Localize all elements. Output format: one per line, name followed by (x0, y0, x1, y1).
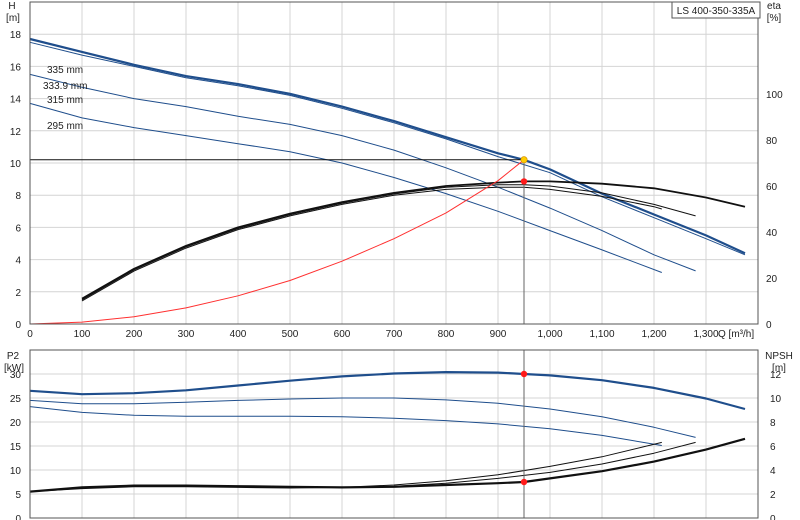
eta-tick-label-3: 60 (766, 182, 778, 193)
duty-head-marker (520, 156, 528, 164)
eta-tick-label-1: 20 (766, 274, 778, 285)
duty-npsh-marker (520, 478, 528, 486)
head-axis-ticks: 0 2 4 6 8 10 12 14 16 18 (10, 30, 22, 331)
head-plot-series-system-7 (29, 159, 525, 325)
flow-tick-label-0: 0 (27, 329, 33, 340)
curve-label-335: 335 mm (47, 65, 83, 76)
head-tick-label-5: 10 (10, 159, 22, 170)
head-tick-label-9: 18 (10, 30, 22, 41)
flow-axis-label: Q [m³/h] (718, 329, 754, 340)
flow-tick-label-6: 600 (334, 329, 351, 340)
flow-tick-label-2: 200 (126, 329, 143, 340)
power-axis-label-line2: [kW] (4, 363, 24, 374)
chart-title: LS 400-350-335A (677, 6, 756, 17)
head-tick-label-3: 6 (15, 223, 21, 234)
flow-tick-label-7: 700 (386, 329, 403, 340)
power-tick-label-1: 5 (15, 490, 21, 501)
power-tick-label-3: 15 (10, 442, 22, 453)
npsh-axis-ticks: 024681012 (770, 370, 782, 520)
npsh-tick-label-4: 8 (770, 418, 776, 429)
duty-eta-marker (520, 178, 528, 185)
head-plot-series-efficiency-4 (81, 180, 746, 300)
head-plot-series-efficiency-5 (81, 184, 696, 301)
power-plot-series-power-2 (29, 406, 662, 446)
head-tick-label-6: 12 (10, 127, 22, 138)
pump-performance-chart: 024681012141618 020406080100 0 100 200 300 4… (4, 1, 793, 520)
head-plot-series-head-2 (29, 73, 696, 272)
head-tick-label-2: 4 (15, 256, 21, 267)
curve-label-333-9: 333.9 mm (43, 81, 87, 92)
curve-label-315: 315 mm (47, 95, 83, 106)
power-plot-series-npsh-4 (29, 441, 696, 493)
flow-tick-label-5: 500 (282, 329, 299, 340)
power-axis-ticks: 051015202530 (10, 370, 22, 520)
npsh-tick-label-1: 2 (770, 490, 776, 501)
head-tick-label-1: 2 (15, 288, 21, 299)
head-plot-series-efficiency-6 (81, 186, 662, 302)
flow-tick-label-12: 1,200 (641, 329, 666, 340)
flow-tick-label-9: 900 (490, 329, 507, 340)
curve-label-295: 295 mm (47, 121, 83, 132)
eta-tick-label-4: 80 (766, 136, 778, 147)
duty-power-marker (520, 370, 528, 378)
flow-tick-label-11: 1,100 (589, 329, 614, 340)
npsh-tick-label-3: 6 (770, 442, 776, 453)
power-tick-label-4: 20 (10, 418, 22, 429)
head-tick-label-7: 14 (10, 95, 22, 106)
power-tick-label-5: 25 (10, 394, 22, 405)
power-tick-label-0: 0 (15, 514, 21, 520)
npsh-axis-label-line2: [m] (772, 363, 786, 374)
flow-tick-label-4: 400 (230, 329, 247, 340)
power-plot-duty-points (520, 350, 528, 518)
power-plot-series-npsh-3 (29, 437, 746, 493)
power-tick-label-2: 10 (10, 466, 22, 477)
npsh-tick-label-2: 4 (770, 466, 776, 477)
power-plot-series-npsh-5 (29, 441, 662, 493)
npsh-tick-label-0: 0 (770, 514, 776, 520)
power-npsh-plot: 051015202530 024681012 P2 [kW] NPSH [m] (4, 349, 793, 520)
flow-tick-label-10: 1,000 (537, 329, 562, 340)
head-plot-grid (30, 2, 758, 324)
eta-axis-ticks: 0 20 40 60 80 100 (766, 90, 783, 331)
head-axis-label-line1: H (8, 1, 15, 12)
eta-tick-label-5: 100 (766, 90, 783, 101)
head-tick-label-8: 16 (10, 62, 22, 73)
eta-axis-label-line2: [%] (767, 13, 782, 24)
head-plot-series-head-0 (29, 37, 746, 255)
power-plot-grid (30, 350, 758, 518)
eta-tick-label-2: 40 (766, 228, 778, 239)
power-axis-label-line1: P2 (7, 351, 20, 362)
flow-tick-label-8: 800 (438, 329, 455, 340)
power-plot-series (29, 371, 746, 493)
eta-tick-label-0: 0 (766, 320, 772, 331)
flow-axis-ticks: 0 100 200 300 400 500 600 700 800 900 1,000 1,100 1,… (27, 329, 719, 340)
head-tick-label-0: 0 (15, 320, 21, 331)
head-plot-series (29, 37, 746, 325)
head-tick-label-4: 8 (15, 191, 21, 202)
flow-tick-label-1: 100 (74, 329, 91, 340)
npsh-tick-label-5: 10 (770, 394, 782, 405)
npsh-axis-label-line1: NPSH (765, 351, 793, 362)
head-axis-label-line2: [m] (6, 13, 20, 24)
flow-tick-label-3: 300 (178, 329, 195, 340)
head-efficiency-plot: 0 2 4 6 8 10 12 14 16 18 0 20 40 60 80 100 0 100 200 300 4… (6, 1, 783, 340)
chart-title-box: LS 400-350-335A (671, 1, 761, 19)
eta-axis-label-line1: eta (767, 1, 781, 12)
head-plot-duty-point (30, 156, 528, 324)
flow-tick-label-13: 1,300 (693, 329, 718, 340)
